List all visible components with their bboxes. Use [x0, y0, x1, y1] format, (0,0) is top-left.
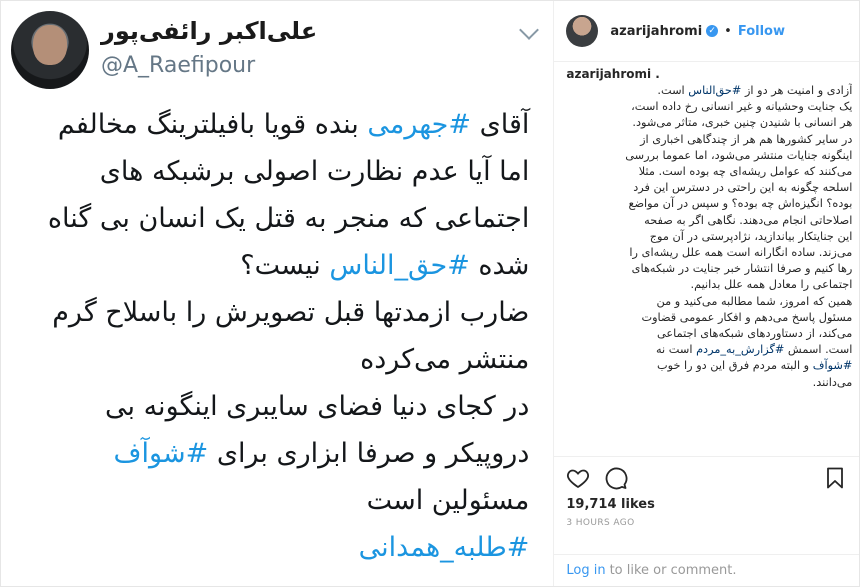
hashtag-link[interactable]: #گزارش_به_مردم [696, 343, 784, 356]
post-frame: علی‌اکبر رائفی‌پور @A_Raefipour آقای #جه… [0, 0, 860, 587]
tweet-line: دروپیکر و صرفا ابزاری برای #شوآف [9, 430, 530, 477]
tweet-author-handle: @A_Raefipour [101, 53, 256, 78]
tweet-line: منتشر می‌کرده [9, 336, 529, 383]
tweet-line: در کجای دنیا فضای سایبری اینگونه بی [9, 383, 529, 430]
caption-text: می‌کنند که عوامل ریشه‌ای چه بوده است. مث… [638, 165, 853, 179]
caption-text: اجتماعی را معادل همه علل بدانیم. [690, 278, 853, 292]
login-prompt: Log in to like or comment. [554, 554, 860, 586]
tweet-avatar [11, 11, 89, 89]
tweet-text: بنده قویا بافیلترینگ مخالفم [57, 109, 368, 140]
caption-line: #شوآف و البته مردم فرق این دو را خوب [566, 358, 852, 374]
comment-prompt-text: to like or comment. [609, 563, 737, 578]
caption-text: آزادی و امنیت هر دو از #حق‌الناس است. یک … [566, 83, 852, 391]
caption-text: است نه [655, 343, 697, 357]
post-actions: 19,714 likes 3 HOURS AGO [554, 456, 860, 528]
tweet-text: دروپیکر و صرفا ابزاری برای [208, 438, 530, 469]
tweet-text: ضارب ازمدتها قبل تصویرش را باسلاح گرم [52, 297, 530, 328]
caption-text: در سایر کشورها هم هر از چندگاهی اخباری ا… [640, 132, 853, 146]
caption-line: می‌زند. ساده انگارانه است همه علل ریشه‌ا… [566, 245, 852, 261]
caption-line: در سایر کشورها هم هر از چندگاهی اخباری ا… [566, 132, 852, 148]
caption-text: هر انسانی با شنیدن چنین خبری، متاثر می‌ش… [632, 116, 853, 130]
tweet-line: #طلبه_همدانی [9, 524, 530, 571]
caption-line: اینگونه جنایات منتشر می‌شود، اما عموما ب… [566, 148, 852, 164]
separator-dot: • [724, 23, 732, 39]
action-icons [554, 465, 859, 491]
tweet-text: شده [469, 250, 530, 281]
caption-text: است. اسمش [784, 343, 853, 357]
caption-line: رها کنیم و صرفا انتشار خبر جنایت در شبکه… [566, 261, 853, 277]
caption-username[interactable]: azarijahromi . [566, 67, 852, 81]
caption-line: است. اسمش #گزارش_به_مردم است نه [566, 342, 852, 358]
hashtag-link[interactable]: #شوآف [114, 438, 209, 469]
tweet-text: در کجای دنیا فضای سایبری اینگونه بی [104, 391, 530, 422]
caption-text: می‌زند. ساده انگارانه است همه علل ریشه‌ا… [629, 246, 853, 260]
bookmark-icon[interactable] [823, 466, 847, 490]
caption-text: اسلحه چگونه به این راحتی در دسترس این فر… [633, 181, 853, 195]
tweet-line: اما آیا عدم نظارت اصولی برشبکه های [9, 148, 530, 195]
hashtag-link[interactable]: #شوآف [813, 359, 853, 372]
tweet-line: آقای #جهرمی بنده قویا بافیلترینگ مخالفم [9, 101, 529, 148]
like-count[interactable]: 19,714 likes [554, 491, 859, 512]
caption-text: این جنایتکار بیاندازید، نژادپرستی در آن … [649, 229, 853, 243]
caption-line: می‌دانند. [566, 375, 853, 391]
tweet-text: اما آیا عدم نظارت اصولی برشبکه های [99, 156, 530, 187]
tweet-text: منتشر می‌کرده [360, 344, 530, 375]
caption-text: می‌کند، از دستاوردهای شبکه‌های اجتماعی [656, 327, 853, 341]
caption-text: بوده؟ انگیزه‌اش چه بوده؟ و سپس در آن موا… [628, 197, 853, 211]
tweet-image: علی‌اکبر رائفی‌پور @A_Raefipour آقای #جه… [1, 1, 555, 586]
caption: azarijahromi . آزادی و امنیت هر دو از #ح… [566, 67, 852, 453]
hashtag-link[interactable]: #حق‌الناس [688, 84, 741, 97]
heart-icon[interactable] [566, 466, 590, 490]
comment-icon[interactable] [604, 466, 628, 490]
username-text[interactable]: azarijahromi [610, 24, 702, 39]
caption-text: و البته مردم فرق این دو را خوب [656, 359, 813, 373]
username-link[interactable]: azarijahromi ✓ [610, 24, 719, 39]
caption-text: یک جنایت وحشیانه و غیر انسانی رخ داده اس… [631, 100, 853, 114]
caption-line: اصلاحاتی انجام می‌دهند. نگاهی اگر به صفح… [566, 213, 852, 229]
hashtag-link[interactable]: #طلبه_همدانی [359, 532, 530, 563]
post-timestamp[interactable]: 3 HOURS AGO [554, 512, 859, 528]
caption-line: هر انسانی با شنیدن چنین خبری، متاثر می‌ش… [566, 115, 852, 131]
login-link[interactable]: Log in [566, 563, 605, 578]
caption-text: است. [657, 84, 689, 97]
tweet-line: شده #حق_الناس نیست؟ [9, 242, 529, 289]
caption-text: اصلاحاتی انجام می‌دهند. نگاهی اگر به صفح… [644, 213, 853, 227]
chevron-down-icon [519, 20, 539, 40]
caption-line: اسلحه چگونه به این راحتی در دسترس این فر… [566, 180, 852, 196]
caption-text: مسئول پاسخ می‌دهم و افکار عمومی قضاوت [641, 310, 853, 324]
hashtag-link[interactable]: #جهرمی [367, 109, 471, 140]
caption-line: یک جنایت وحشیانه و غیر انسانی رخ داده اس… [566, 99, 852, 115]
hashtag-link[interactable]: #حق_الناس [329, 250, 469, 281]
tweet-text: مسئولین است [366, 485, 530, 516]
tweet-header: علی‌اکبر رائفی‌پور @A_Raefipour [1, 1, 553, 93]
caption-line: آزادی و امنیت هر دو از #حق‌الناس است. [566, 83, 852, 99]
caption-line: همین که امروز، شما مطالبه می‌کنید و من [566, 294, 853, 310]
avatar[interactable] [566, 15, 599, 47]
tweet-text: نیست؟ [240, 250, 330, 281]
caption-line: می‌کنند که عوامل ریشه‌ای چه بوده است. مث… [566, 164, 853, 180]
post-header: azarijahromi ✓ • Follow [554, 1, 859, 62]
caption-line: بوده؟ انگیزه‌اش چه بوده؟ و سپس در آن موا… [566, 196, 852, 212]
post-sidebar: azarijahromi ✓ • Follow azarijahromi . آز… [554, 1, 860, 586]
tweet-line: اجتماعی که منجر به قتل یک انسان بی گناه [9, 195, 529, 242]
caption-text: می‌دانند. [812, 375, 853, 389]
caption-text: همین که امروز، شما مطالبه می‌کنید و من [656, 294, 853, 308]
tweet-text: آقای [471, 109, 530, 140]
caption-line: این جنایتکار بیاندازید، نژادپرستی در آن … [566, 229, 853, 245]
caption-line: اجتماعی را معادل همه علل بدانیم. [566, 277, 853, 293]
tweet-author-name: علی‌اکبر رائفی‌پور [101, 17, 318, 45]
caption-text: آزادی و امنیت هر دو از [741, 84, 853, 97]
tweet-line: مسئولین است [9, 477, 530, 524]
caption-line: مسئول پاسخ می‌دهم و افکار عمومی قضاوت [566, 310, 852, 326]
tweet-body: آقای #جهرمی بنده قویا بافیلترینگ مخالفم ا… [9, 101, 529, 571]
follow-button[interactable]: Follow [738, 24, 785, 39]
tweet-line: ضارب ازمدتها قبل تصویرش را باسلاح گرم [9, 289, 529, 336]
verified-badge-icon: ✓ [706, 25, 719, 37]
caption-line: می‌کند، از دستاوردهای شبکه‌های اجتماعی [566, 326, 852, 342]
caption-text: اینگونه جنایات منتشر می‌شود، اما عموما ب… [625, 148, 853, 162]
caption-text: رها کنیم و صرفا انتشار خبر جنایت در شبکه… [631, 262, 853, 276]
tweet-text: اجتماعی که منجر به قتل یک انسان بی گناه [47, 203, 530, 234]
